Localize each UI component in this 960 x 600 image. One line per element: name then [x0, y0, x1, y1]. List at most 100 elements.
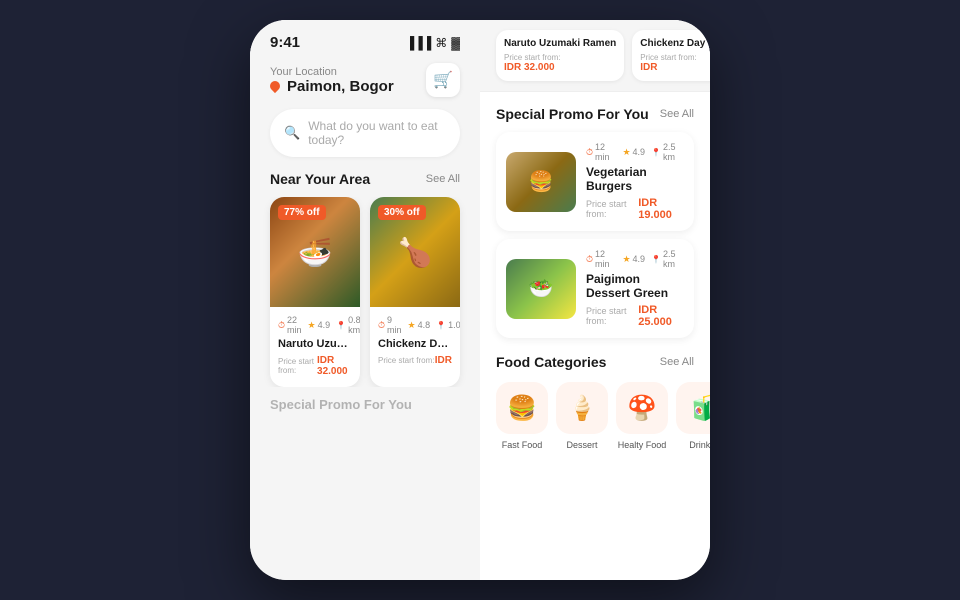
- healty-food-label: Healty Food: [618, 440, 667, 450]
- ramen-card-image: 🍜 77% off: [270, 197, 360, 307]
- food-categories-section: Food Categories See All 🍔 Fast Food 🍦 De…: [480, 354, 710, 462]
- dessert-icon: 🍦: [567, 394, 597, 423]
- search-bar[interactable]: 🔍 What do you want to eat today?: [270, 109, 460, 157]
- partial-chicken-name: Chickenz Day Rest: [640, 38, 710, 49]
- dessert-time-meta: ⏱ 12 min: [586, 249, 616, 269]
- phone-mockup: 9:41 ▐▐▐ ⌘ ▓ Your Location Paimon, Bogor…: [250, 20, 710, 580]
- category-drinks[interactable]: 🧃 Drinks: [676, 382, 710, 450]
- promo-burger-meta: ⏱ 12 min ★ 4.9 📍 2.5 km: [586, 142, 684, 162]
- ramen-card[interactable]: 🍜 77% off ⏱ 22 min ★ 4.9: [270, 197, 360, 387]
- cart-icon: 🛒: [433, 70, 453, 90]
- special-promo-header: Special Promo For You See All: [496, 106, 694, 122]
- search-icon: 🔍: [284, 125, 300, 141]
- dessert-label: Dessert: [566, 440, 597, 450]
- ramen-rating: ★ 4.9: [308, 320, 331, 331]
- partial-chicken-price-label: Price start from:: [640, 53, 710, 62]
- categories-title: Food Categories: [496, 354, 606, 370]
- clock-icon: ⏱: [278, 320, 285, 331]
- location-icon-2: 📍: [436, 321, 446, 330]
- special-promo-title: Special Promo For You: [496, 106, 649, 122]
- near-area-header: Near Your Area See All: [250, 171, 480, 197]
- promo-dessert-card[interactable]: 🥗 ⏱ 12 min ★ 4.9 📍 2: [496, 239, 694, 338]
- status-bar: 9:41 ▐▐▐ ⌘ ▓: [250, 20, 480, 59]
- burger-img-placeholder: 🍔: [506, 152, 576, 212]
- chicken-card-body: ⏱ 9 min ★ 4.8 📍 1.0 Chickenz Day Rest: [370, 307, 460, 376]
- chicken-card-name: Chickenz Day Rest: [378, 338, 452, 350]
- fast-food-icon: 🍔: [507, 394, 537, 423]
- healty-food-icon: 🍄: [627, 394, 657, 423]
- drinks-icon: 🧃: [687, 394, 710, 423]
- ramen-price-row: Price start from: IDR 32.000: [278, 355, 352, 377]
- ramen-card-name: Naruto Uzumaki Ramen: [278, 338, 352, 350]
- burger-distance-meta: 📍 2.5 km: [651, 142, 684, 162]
- chicken-time: ⏱ 9 min: [378, 315, 402, 335]
- header: Your Location Paimon, Bogor 🛒: [250, 59, 480, 109]
- dessert-img-placeholder: 🥗: [506, 259, 576, 319]
- partial-chicken-price: IDR: [640, 62, 710, 73]
- clock-icon-3: ⏱: [586, 147, 593, 158]
- special-promo-see-all[interactable]: See All: [660, 108, 694, 120]
- ramen-distance: 📍 0.8 km: [336, 315, 360, 335]
- star-icon: ★: [308, 320, 316, 331]
- promo-burger-price-row: Price start from: IDR 19.000: [586, 197, 684, 221]
- chicken-price-row: Price start from: IDR: [378, 355, 452, 366]
- partial-ramen-price: IDR 32.000: [504, 62, 616, 73]
- battery-icon: ▓: [451, 36, 460, 50]
- search-placeholder: What do you want to eat today?: [308, 119, 446, 147]
- fast-food-label: Fast Food: [502, 440, 543, 450]
- status-icons: ▐▐▐ ⌘ ▓: [406, 36, 460, 50]
- chicken-card[interactable]: 🍗 30% off ⏱ 9 min ★ 4.8 �: [370, 197, 460, 387]
- categories-header: Food Categories See All: [496, 354, 694, 370]
- dessert-icon-wrap: 🍦: [556, 382, 608, 434]
- promo-dessert-name: Paigimon Dessert Green: [586, 272, 684, 300]
- location-icon: 📍: [336, 321, 346, 330]
- chicken-price-label: Price start from:: [378, 356, 434, 365]
- top-partial-cards: Naruto Uzumaki Ramen Price start from: I…: [480, 20, 710, 92]
- status-time: 9:41: [270, 34, 300, 51]
- dessert-distance-meta: 📍 2.5 km: [651, 249, 684, 269]
- healty-food-icon-wrap: 🍄: [616, 382, 668, 434]
- categories-see-all[interactable]: See All: [660, 356, 694, 368]
- chicken-card-meta: ⏱ 9 min ★ 4.8 📍 1.0: [378, 315, 452, 335]
- promo-dessert-details: ⏱ 12 min ★ 4.9 📍 2.5 km Paigimon Dessert…: [586, 249, 684, 328]
- ramen-price-label: Price start from:: [278, 357, 317, 375]
- ramen-card-meta: ⏱ 22 min ★ 4.9 📍 0.8 km: [278, 315, 352, 335]
- near-area-cards: 🍜 77% off ⏱ 22 min ★ 4.9: [250, 197, 480, 387]
- clock-icon-2: ⏱: [378, 320, 385, 331]
- category-fast-food[interactable]: 🍔 Fast Food: [496, 382, 548, 450]
- ramen-time: ⏱ 22 min: [278, 315, 302, 335]
- star-icon-2: ★: [408, 320, 416, 331]
- partial-ramen-price-label: Price start from:: [504, 53, 616, 62]
- promo-dessert-image: 🥗: [506, 259, 576, 319]
- promo-burger-price: IDR 19.000: [638, 197, 684, 221]
- right-panel: Naruto Uzumaki Ramen Price start from: I…: [480, 20, 710, 580]
- dessert-rating-meta: ★ 4.9: [622, 249, 645, 269]
- clock-icon-4: ⏱: [586, 254, 593, 265]
- location-icon-3: 📍: [651, 148, 661, 157]
- cart-button[interactable]: 🛒: [426, 63, 460, 97]
- near-area-see-all[interactable]: See All: [426, 173, 460, 185]
- drinks-icon-wrap: 🧃: [676, 382, 710, 434]
- promo-burger-details: ⏱ 12 min ★ 4.9 📍 2.5 km Vegetarian Burge…: [586, 142, 684, 221]
- categories-row: 🍔 Fast Food 🍦 Dessert 🍄 Healty Food: [496, 382, 694, 450]
- special-promo-hint: Special Promo For You: [250, 387, 480, 412]
- ramen-discount-badge: 77% off: [278, 205, 326, 220]
- category-healty-food[interactable]: 🍄 Healty Food: [616, 382, 668, 450]
- chicken-price-value: IDR: [435, 355, 452, 366]
- chicken-rating: ★ 4.8: [408, 320, 431, 331]
- partial-chicken-card[interactable]: Chickenz Day Rest Price start from: IDR: [632, 30, 710, 81]
- near-area-title: Near Your Area: [270, 171, 370, 187]
- partial-ramen-name: Naruto Uzumaki Ramen: [504, 38, 616, 49]
- category-dessert[interactable]: 🍦 Dessert: [556, 382, 608, 450]
- burger-rating-meta: ★ 4.9: [622, 142, 645, 162]
- promo-burger-card[interactable]: 🍔 ⏱ 12 min ★ 4.9 📍 2: [496, 132, 694, 231]
- location-label: Your Location: [270, 66, 394, 78]
- location-row: Your Location Paimon, Bogor 🛒: [270, 63, 460, 97]
- promo-burger-price-label: Price start from:: [586, 199, 638, 219]
- promo-dessert-meta: ⏱ 12 min ★ 4.9 📍 2.5 km: [586, 249, 684, 269]
- star-icon-3: ★: [622, 147, 630, 158]
- ramen-card-body: ⏱ 22 min ★ 4.9 📍 0.8 km Naruto Uzumaki R…: [270, 307, 360, 387]
- partial-ramen-card[interactable]: Naruto Uzumaki Ramen Price start from: I…: [496, 30, 624, 81]
- chicken-discount-badge: 30% off: [378, 205, 426, 220]
- promo-burger-image: 🍔: [506, 152, 576, 212]
